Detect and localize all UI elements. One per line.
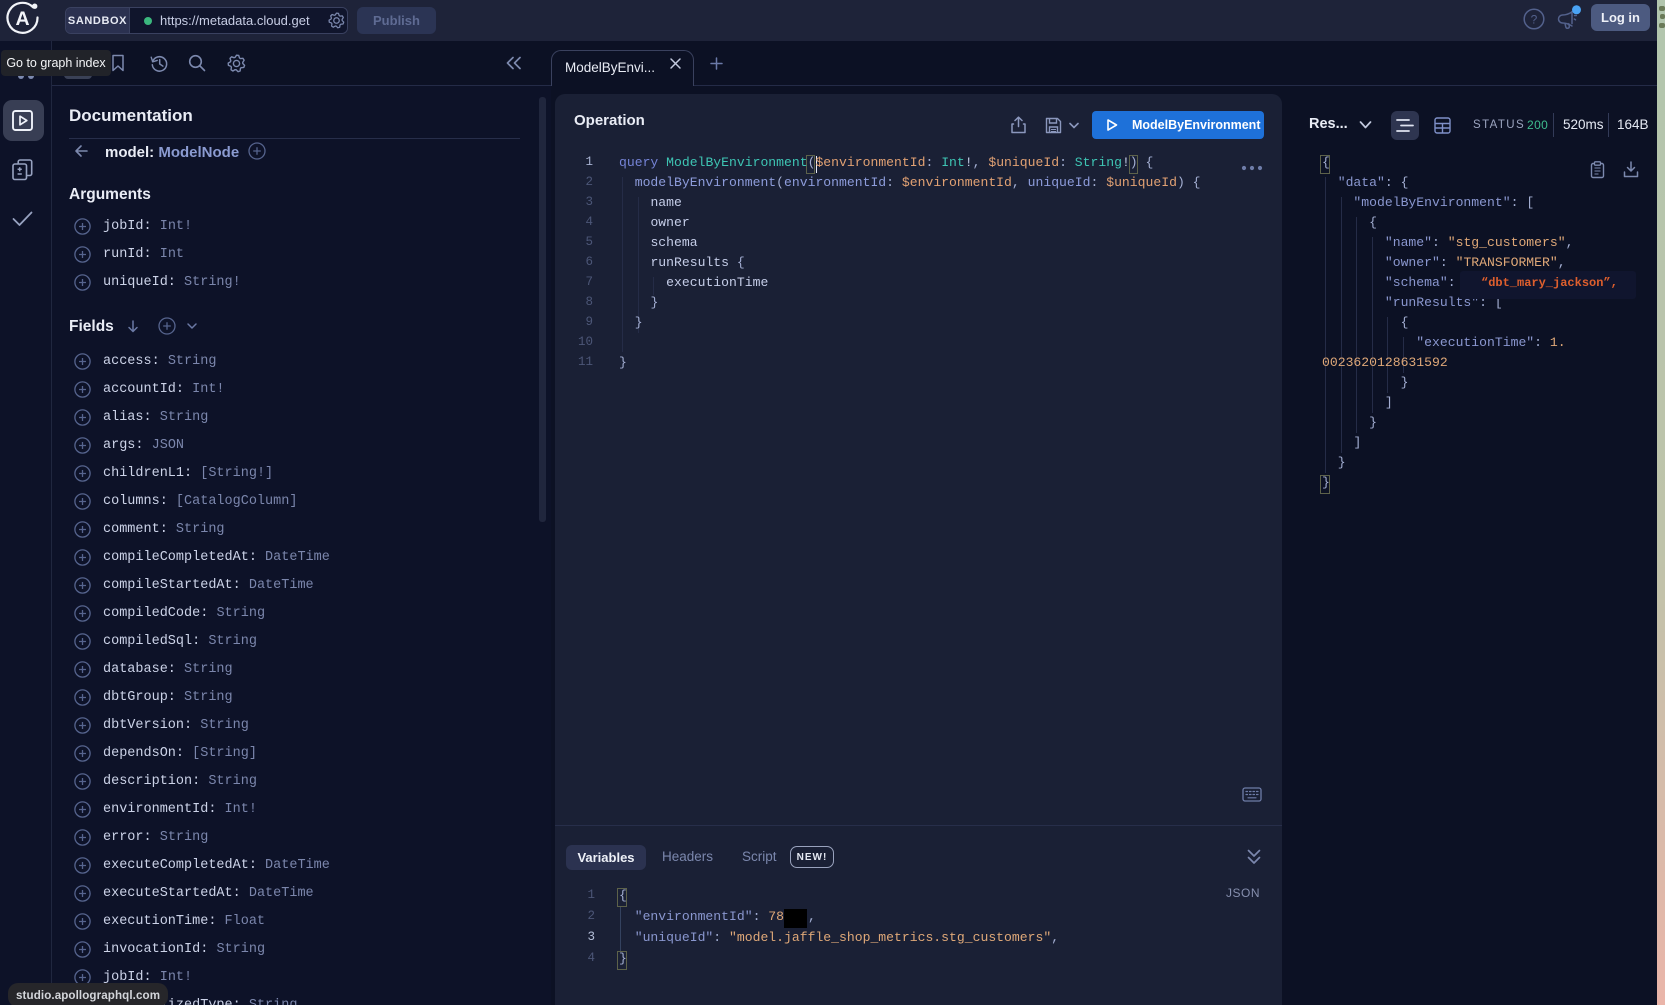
svg-text:?: ? xyxy=(1531,12,1538,26)
svg-text:A: A xyxy=(15,8,29,30)
